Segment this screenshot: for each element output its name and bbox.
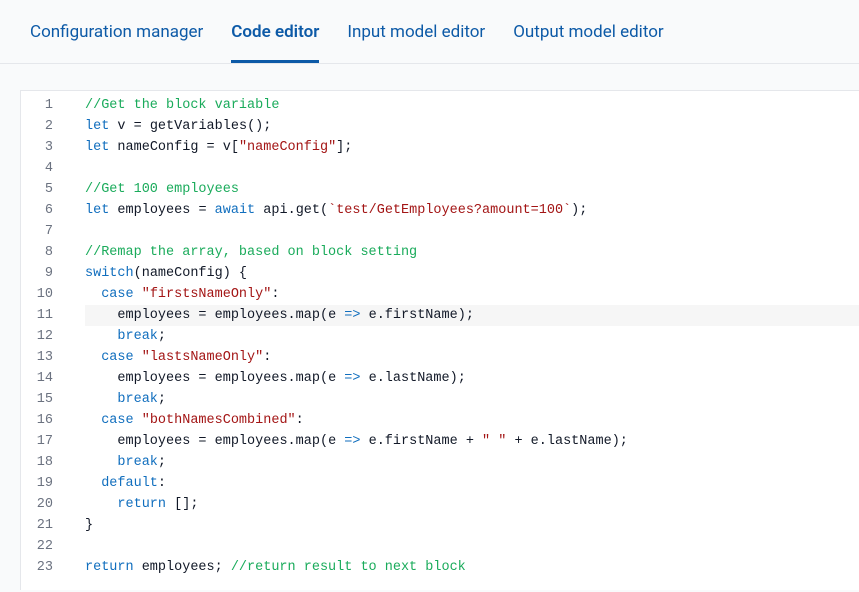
code-line[interactable]: default: xyxy=(85,473,859,494)
line-number: 12 xyxy=(21,326,53,347)
code-line[interactable]: employees = employees.map(e => e.firstNa… xyxy=(85,431,859,452)
code-line[interactable]: //Remap the array, based on block settin… xyxy=(85,242,859,263)
code-line[interactable]: case "firstsNameOnly": xyxy=(85,284,859,305)
code-line[interactable]: //Get 100 employees xyxy=(85,179,859,200)
line-number: 1 xyxy=(21,95,53,116)
line-number: 14 xyxy=(21,368,53,389)
line-number: 2 xyxy=(21,116,53,137)
code-line[interactable]: employees = employees.map(e => e.lastNam… xyxy=(85,368,859,389)
line-number: 15 xyxy=(21,389,53,410)
line-number: 3 xyxy=(21,137,53,158)
code-line[interactable]: } xyxy=(85,515,859,536)
tab-input-model-editor[interactable]: Input model editor xyxy=(347,0,485,63)
line-number: 16 xyxy=(21,410,53,431)
line-number: 8 xyxy=(21,242,53,263)
code-editor[interactable]: 1234567891011121314151617181920212223 //… xyxy=(21,91,859,578)
code-line[interactable]: return []; xyxy=(85,494,859,515)
tab-configuration-manager[interactable]: Configuration manager xyxy=(30,0,203,63)
code-line[interactable] xyxy=(85,221,859,242)
line-number: 9 xyxy=(21,263,53,284)
line-number: 5 xyxy=(21,179,53,200)
line-number: 20 xyxy=(21,494,53,515)
code-line[interactable] xyxy=(85,158,859,179)
code-line[interactable]: employees = employees.map(e => e.firstNa… xyxy=(85,305,859,326)
code-line[interactable]: break; xyxy=(85,326,859,347)
line-number: 6 xyxy=(21,200,53,221)
code-editor-panel: 1234567891011121314151617181920212223 //… xyxy=(20,90,859,590)
line-number: 10 xyxy=(21,284,53,305)
code-line[interactable]: let nameConfig = v["nameConfig"]; xyxy=(85,137,859,158)
line-number: 17 xyxy=(21,431,53,452)
line-number: 23 xyxy=(21,557,53,578)
code-line[interactable]: switch(nameConfig) { xyxy=(85,263,859,284)
code-line[interactable]: //Get the block variable xyxy=(85,95,859,116)
code-line[interactable]: case "lastsNameOnly": xyxy=(85,347,859,368)
line-number: 19 xyxy=(21,473,53,494)
code-line[interactable] xyxy=(85,536,859,557)
code-line[interactable]: return employees; //return result to nex… xyxy=(85,557,859,578)
line-number-gutter: 1234567891011121314151617181920212223 xyxy=(21,91,67,578)
code-line[interactable]: break; xyxy=(85,389,859,410)
code-content[interactable]: //Get the block variablelet v = getVaria… xyxy=(67,91,859,578)
code-line[interactable]: case "bothNamesCombined": xyxy=(85,410,859,431)
line-number: 11 xyxy=(21,305,53,326)
tab-output-model-editor[interactable]: Output model editor xyxy=(513,0,663,63)
line-number: 21 xyxy=(21,515,53,536)
line-number: 13 xyxy=(21,347,53,368)
line-number: 18 xyxy=(21,452,53,473)
line-number: 4 xyxy=(21,158,53,179)
code-line[interactable]: break; xyxy=(85,452,859,473)
line-number: 7 xyxy=(21,221,53,242)
tab-bar: Configuration manager Code editor Input … xyxy=(0,0,859,64)
line-number: 22 xyxy=(21,536,53,557)
code-line[interactable]: let employees = await api.get(`test/GetE… xyxy=(85,200,859,221)
code-line[interactable]: let v = getVariables(); xyxy=(85,116,859,137)
tab-code-editor[interactable]: Code editor xyxy=(231,0,319,63)
